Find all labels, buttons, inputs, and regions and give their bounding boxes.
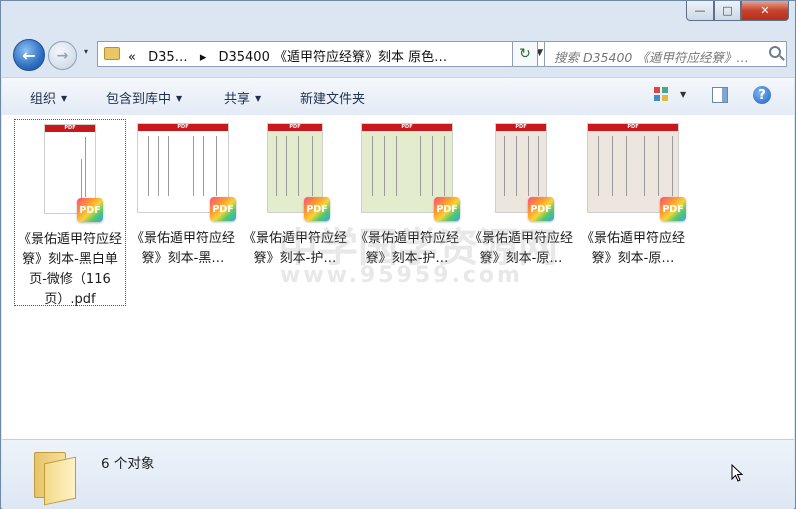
change-view-icon[interactable]	[654, 87, 670, 103]
file-name: 《景佑遁甲符应经簝》刻本-护…	[354, 231, 459, 266]
file-item[interactable]: PDF PDF 《景佑遁甲符应经簝》刻本-原…	[466, 119, 576, 269]
share-button[interactable]: 共享 ▼	[224, 88, 261, 107]
pdf-badge-icon: PDF	[77, 198, 103, 222]
file-item[interactable]: PDF PDF 《景佑遁甲符应经簝》刻本-原…	[578, 119, 688, 269]
minimize-button[interactable]: —	[686, 1, 714, 21]
address-bar[interactable]: « D35… ▸ D35400 《遁甲符应经簝》刻本 原色… ▼	[97, 41, 548, 67]
pdf-thumbnail: PDF PDF	[267, 123, 330, 221]
thumbnail-header: PDF	[496, 124, 546, 131]
recent-pages-dropdown[interactable]: ▾	[84, 47, 94, 56]
pdf-thumbnail: PDF PDF	[361, 123, 460, 221]
chevron-down-icon: ▼	[176, 94, 183, 103]
file-name: 《景佑遁甲符应经簝》刻本-黑…	[130, 231, 235, 266]
folder-icon	[104, 47, 120, 60]
pdf-badge-icon: PDF	[434, 197, 460, 221]
search-placeholder: 搜索 D35400 《遁甲符应经簝》…	[554, 50, 749, 65]
back-arrow-icon[interactable]: ←	[13, 39, 45, 71]
caption-buttons: — □ ✕	[686, 1, 789, 21]
file-item[interactable]: PDF PDF 《景佑遁甲符应经簝》刻本-护…	[352, 119, 462, 269]
pdf-badge-icon: PDF	[528, 197, 554, 221]
preview-pane-icon[interactable]	[712, 87, 728, 103]
pdf-thumbnail: PDF PDF	[495, 123, 554, 221]
breadcrumb-item-current[interactable]: D35400 《遁甲符应经簝》刻本 原色…	[218, 50, 447, 65]
breadcrumb-overflow[interactable]: «	[128, 50, 136, 65]
navigation-bar: ← → ▾ « D35… ▸ D35400 《遁甲符应经簝》刻本 原色… ▼ ↻…	[11, 37, 787, 71]
breadcrumb-item[interactable]: D35…	[148, 50, 188, 65]
breadcrumb-separator[interactable]: ▸	[200, 50, 207, 65]
view-options-dropdown[interactable]: ▼	[680, 90, 686, 99]
folder-large-icon	[30, 446, 76, 506]
file-item[interactable]: PDF PDF 《景佑遁甲符应经簝》刻本-护…	[240, 119, 350, 269]
search-icon[interactable]	[769, 46, 781, 58]
breadcrumb: « D35… ▸ D35400 《遁甲符应经簝》刻本 原色…	[128, 46, 455, 65]
pdf-thumbnail: PDF PDF	[44, 124, 103, 222]
share-label: 共享	[224, 92, 251, 107]
chevron-down-icon: ▼	[255, 94, 262, 103]
pdf-thumbnail: PDF PDF	[137, 123, 236, 221]
include-in-library-button[interactable]: 包含到库中 ▼	[106, 88, 182, 107]
thumbnail-header: PDF	[268, 124, 322, 131]
file-name: 《景佑遁甲符应经簝》刻本-原…	[580, 231, 685, 266]
forward-arrow-icon[interactable]: →	[48, 41, 77, 70]
search-input[interactable]: 搜索 D35400 《遁甲符应经簝》…	[544, 41, 787, 67]
file-item[interactable]: PDF PDF 《景佑遁甲符应经簝》刻本-黑…	[128, 119, 238, 269]
item-count: 6 个对象	[101, 456, 155, 472]
maximize-button[interactable]: □	[714, 1, 741, 21]
thumbnail-header: PDF	[45, 125, 95, 132]
thumbnail-header: PDF	[362, 124, 452, 131]
pdf-badge-icon: PDF	[660, 197, 686, 221]
file-list[interactable]: PDF PDF 《景佑遁甲符应经簝》刻本-黑白单页-微修（116页）.pdf P…	[2, 115, 794, 439]
file-name: 《景佑遁甲符应经簝》刻本-黑白单页-微修（116页）.pdf	[17, 232, 122, 307]
pdf-badge-icon: PDF	[304, 197, 330, 221]
organize-label: 组织	[30, 92, 57, 107]
pdf-thumbnail: PDF PDF	[587, 123, 686, 221]
new-folder-button[interactable]: 新建文件夹	[300, 88, 365, 107]
chevron-down-icon: ▼	[61, 94, 68, 103]
refresh-icon[interactable]: ↻	[512, 41, 538, 67]
explorer-window: — □ ✕ ← → ▾ « D35… ▸ D35400 《遁甲符应经簝》刻本 原…	[0, 0, 796, 509]
thumbnail-header: PDF	[138, 124, 228, 131]
organize-button[interactable]: 组织 ▼	[30, 88, 67, 107]
close-button[interactable]: ✕	[741, 1, 789, 21]
include-library-label: 包含到库中	[106, 92, 172, 107]
pdf-badge-icon: PDF	[210, 197, 236, 221]
file-name: 《景佑遁甲符应经簝》刻本-原…	[468, 231, 573, 266]
command-bar: 组织 ▼ 包含到库中 ▼ 共享 ▼ 新建文件夹 ▼ ?	[2, 77, 794, 116]
file-item[interactable]: PDF PDF 《景佑遁甲符应经簝》刻本-黑白单页-微修（116页）.pdf	[14, 119, 126, 307]
file-name: 《景佑遁甲符应经簝》刻本-护…	[242, 231, 347, 266]
help-icon[interactable]: ?	[753, 86, 771, 104]
details-pane: 6 个对象	[2, 439, 794, 509]
thumbnail-header: PDF	[588, 124, 678, 131]
mouse-cursor-icon	[731, 464, 743, 482]
